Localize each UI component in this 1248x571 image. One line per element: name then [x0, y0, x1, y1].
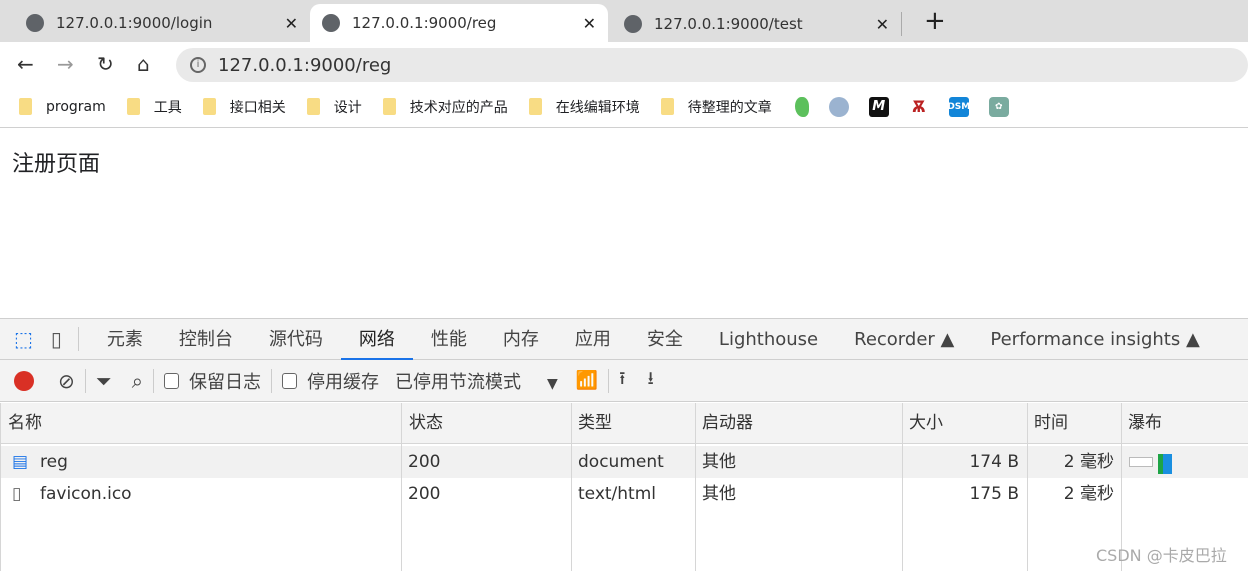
globe-icon: [624, 15, 642, 33]
device-toolbar-icon[interactable]: ▯: [51, 327, 62, 351]
home-button[interactable]: ⌂: [137, 52, 150, 76]
dropdown-arrow-icon: ▼: [546, 375, 558, 392]
col-status[interactable]: 状态: [409, 403, 443, 444]
throttling-select[interactable]: 已停用节流模式 ▼: [395, 368, 558, 394]
info-icon: i: [190, 57, 206, 73]
search-icon[interactable]: ⌕: [132, 369, 143, 393]
col-name[interactable]: 名称: [8, 403, 42, 444]
m-logo-icon[interactable]: M: [868, 96, 889, 117]
tab-performance[interactable]: 性能: [413, 319, 485, 360]
dsm-icon[interactable]: DSM: [947, 96, 970, 117]
devtools-tabs: ⬚ ▯ 元素 控制台 源代码 网络 性能 内存 应用 安全 Lighthouse…: [0, 318, 1248, 360]
folder-icon: [382, 98, 396, 115]
tab-lighthouse[interactable]: Lighthouse: [701, 319, 836, 360]
tab-reg[interactable]: 127.0.0.1:9000/reg ✕: [310, 4, 608, 42]
address-bar[interactable]: i 127.0.0.1:9000/reg: [176, 48, 1248, 82]
col-time[interactable]: 时间: [1034, 403, 1068, 444]
forward-button[interactable]: →: [57, 52, 74, 76]
new-tab-button[interactable]: +: [924, 6, 946, 36]
waterfall-wait-bar: [1129, 457, 1153, 467]
col-type[interactable]: 类型: [578, 403, 612, 444]
tab-test[interactable]: 127.0.0.1:9000/test ✕: [612, 12, 902, 36]
network-toolbar: ⊘ ⏷ ⌕ 保留日志 停用缓存 已停用节流模式 ▼ 📶 ⭱ ⭳: [0, 360, 1248, 402]
import-har-icon[interactable]: ⭱: [619, 366, 625, 396]
file-icon: ▯: [12, 484, 22, 504]
col-initiator[interactable]: 启动器: [702, 403, 753, 444]
folder-icon: [306, 98, 320, 115]
globe-icon: [26, 14, 44, 32]
folder-icon: [660, 98, 674, 115]
bookmark-api[interactable]: 接口相关: [202, 97, 286, 117]
tab-network[interactable]: 网络: [340, 319, 413, 360]
tab-sources[interactable]: 源代码: [251, 319, 341, 360]
avatar-icon[interactable]: [828, 96, 849, 117]
globe-icon: [322, 14, 340, 32]
tab-application[interactable]: 应用: [557, 319, 629, 360]
bookmark-tools[interactable]: 工具: [126, 97, 182, 117]
bookmark-products[interactable]: 技术对应的产品: [382, 97, 508, 117]
tab-performance-insights[interactable]: Performance insights ▲: [972, 319, 1217, 360]
bookmark-program[interactable]: program: [19, 98, 106, 115]
tower-icon[interactable]: Ѫ: [909, 97, 929, 117]
table-row[interactable]: ▯ favicon.ico 200 text/html 其他 175 B 2 毫…: [0, 478, 1121, 510]
folder-icon: [528, 98, 542, 115]
watermark: CSDN @卡皮巴拉: [1096, 546, 1227, 565]
close-tab-icon[interactable]: ✕: [583, 14, 596, 33]
col-size[interactable]: 大小: [909, 403, 943, 444]
col-waterfall[interactable]: 瀑布: [1128, 403, 1162, 444]
flask-icon: ▲: [1185, 328, 1200, 350]
inspect-icon[interactable]: ⬚: [14, 327, 33, 351]
disable-cache-checkbox[interactable]: [281, 372, 297, 389]
openai-icon[interactable]: ✿: [988, 96, 1009, 117]
tab-login[interactable]: 127.0.0.1:9000/login ✕: [14, 4, 310, 42]
bookmark-online-editor[interactable]: 在线编辑环境: [528, 97, 640, 117]
folder-icon: [126, 98, 140, 115]
record-button[interactable]: [14, 370, 34, 391]
folder-icon: [202, 98, 216, 115]
close-tab-icon[interactable]: ✕: [876, 15, 889, 34]
bookmark-articles[interactable]: 待整理的文章: [660, 97, 772, 117]
bookmark-design[interactable]: 设计: [306, 97, 362, 117]
reload-button[interactable]: ↻: [97, 52, 114, 76]
document-icon: ▤: [12, 452, 29, 472]
flask-icon: ▲: [940, 328, 955, 350]
tab-security[interactable]: 安全: [629, 319, 701, 360]
filter-icon[interactable]: ⏷: [96, 369, 112, 393]
tab-console[interactable]: 控制台: [161, 319, 251, 360]
back-button[interactable]: ←: [17, 52, 34, 76]
network-table: 名称 状态 类型 启动器 大小 时间 瀑布 ▤ reg 200 document…: [0, 403, 1248, 571]
waterfall-download-bar: [1163, 454, 1172, 474]
network-conditions-icon[interactable]: 📶: [576, 370, 598, 391]
close-tab-icon[interactable]: ✕: [285, 14, 298, 33]
tab-recorder[interactable]: Recorder ▲: [836, 319, 972, 360]
bookmarks-bar: program 工具 接口相关 设计 技术对应的产品 在线编辑环境 待整理的文章…: [0, 86, 1248, 128]
preserve-log-checkbox[interactable]: [163, 372, 179, 389]
table-row[interactable]: ▤ reg 200 document 其他 174 B 2 毫秒: [0, 446, 1121, 478]
tab-memory[interactable]: 内存: [485, 319, 557, 360]
page-title: 注册页面: [12, 152, 101, 177]
clear-button[interactable]: ⊘: [58, 369, 75, 393]
green-leaf-icon[interactable]: [794, 96, 809, 117]
tab-elements[interactable]: 元素: [89, 319, 161, 360]
export-har-icon[interactable]: ⭳: [647, 366, 653, 396]
folder-icon: [19, 98, 32, 115]
